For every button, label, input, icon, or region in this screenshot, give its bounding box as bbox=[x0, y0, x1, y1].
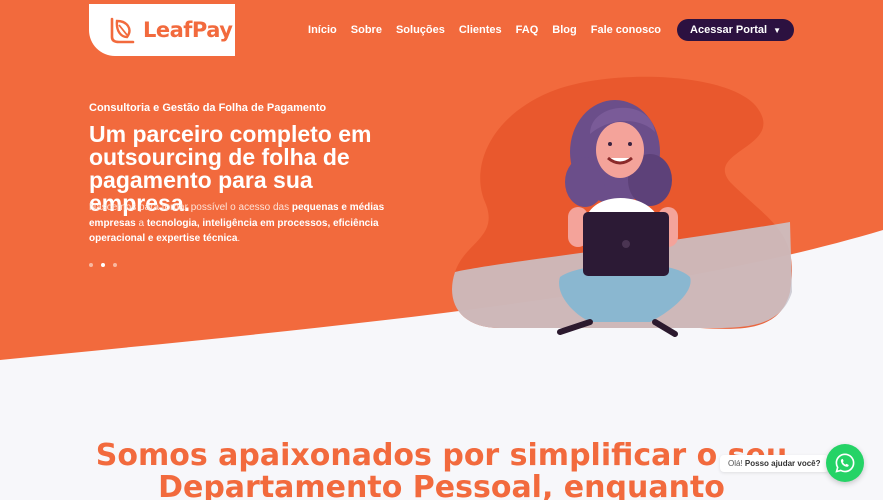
nav-item-clientes[interactable]: Clientes bbox=[459, 24, 502, 36]
access-portal-label: Acessar Portal bbox=[690, 24, 768, 36]
whatsapp-button[interactable] bbox=[826, 444, 864, 482]
hero-subtext: Nascemos para tornar possível o acesso d… bbox=[89, 200, 399, 247]
slider-dot-3[interactable] bbox=[113, 263, 117, 267]
hero-sub-text-2: a bbox=[135, 217, 147, 229]
nav-item-sobre[interactable]: Sobre bbox=[351, 24, 382, 36]
hero-eyebrow: Consultoria e Gestão da Folha de Pagamen… bbox=[89, 102, 327, 114]
logo-link[interactable]: LeafPay bbox=[89, 4, 235, 56]
nav-item-fale-conosco[interactable]: Fale conosco bbox=[591, 24, 661, 36]
chat-greeting: Olá! bbox=[728, 459, 743, 468]
laptop-icon bbox=[583, 212, 669, 276]
nav-item-inicio[interactable]: Início bbox=[308, 24, 337, 36]
slider-dot-1[interactable] bbox=[89, 263, 93, 267]
brand-name: LeafPay bbox=[143, 18, 233, 42]
nav-item-faq[interactable]: FAQ bbox=[516, 24, 539, 36]
hero-sub-text-1: Nascemos para tornar possível o acesso d… bbox=[89, 202, 292, 213]
whatsapp-icon bbox=[835, 453, 855, 473]
chat-prompt: Posso ajudar você? bbox=[744, 459, 821, 468]
landing-page: LeafPay Início Sobre Soluções Clientes F… bbox=[0, 0, 883, 500]
chat-bubble[interactable]: Olá! Posso ajudar você? bbox=[720, 455, 829, 472]
access-portal-button[interactable]: Acessar Portal ▼ bbox=[677, 19, 794, 41]
slider-dots bbox=[89, 263, 125, 267]
hero-illustration bbox=[452, 76, 792, 337]
nav-item-blog[interactable]: Blog bbox=[552, 24, 576, 36]
main-nav: Início Sobre Soluções Clientes FAQ Blog … bbox=[294, 19, 794, 41]
nav-item-solucoes[interactable]: Soluções bbox=[396, 24, 445, 36]
leaf-logo-icon bbox=[110, 17, 135, 44]
slider-dot-2[interactable] bbox=[101, 263, 105, 267]
hero-section: LeafPay Início Sobre Soluções Clientes F… bbox=[0, 0, 883, 360]
hero-sub-text-3: . bbox=[237, 233, 241, 244]
chevron-down-icon: ▼ bbox=[773, 25, 781, 35]
